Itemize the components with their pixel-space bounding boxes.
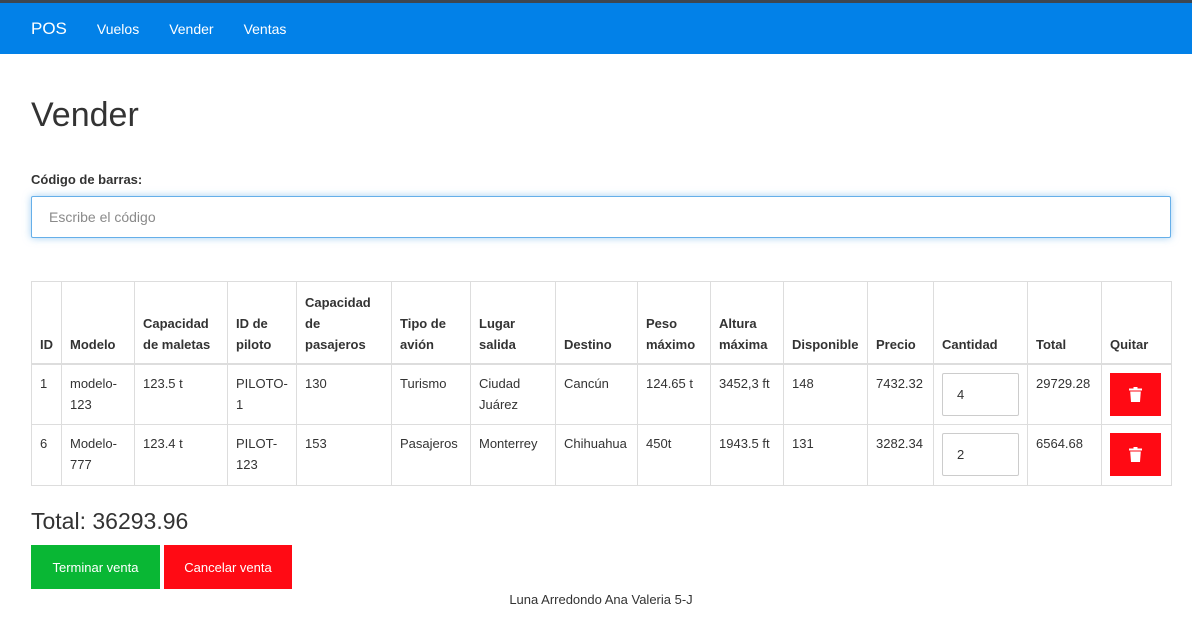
cell-altura: 3452,3 ft (710, 363, 784, 425)
cell-modelo: modelo-123 (61, 363, 135, 425)
cell-tipo: Pasajeros (391, 424, 471, 486)
nav-link-ventas[interactable]: Ventas (244, 21, 287, 37)
quantity-input[interactable] (942, 433, 1019, 476)
trash-icon (1129, 447, 1142, 462)
table-row: 1 modelo-123 123.5 t PILOTO-1 130 Turism… (31, 363, 1172, 425)
page-title: Vender (31, 96, 139, 134)
remove-item-button[interactable] (1110, 372, 1161, 416)
cell-disponible: 131 (783, 424, 868, 486)
header-id-piloto: ID de piloto (227, 281, 297, 365)
cell-modelo: Modelo-777 (61, 424, 135, 486)
cell-maletas: 123.4 t (134, 424, 228, 486)
cell-piloto: PILOTO-1 (227, 363, 297, 425)
header-peso-maximo: Peso máximo (637, 281, 711, 365)
header-capacidad-maletas: Capacidad de maletas (134, 281, 228, 365)
cell-salida: Monterrey (470, 424, 556, 486)
table-row: 6 Modelo-777 123.4 t PILOT-123 153 Pasaj… (31, 424, 1172, 486)
cell-id: 1 (31, 363, 62, 425)
cancel-sale-button[interactable]: Cancelar venta (164, 545, 292, 589)
sale-table: ID Modelo Capacidad de maletas ID de pil… (31, 281, 1172, 486)
header-capacidad-pasajeros: Capacidad de pasajeros (296, 281, 392, 365)
barcode-label: Código de barras: (31, 172, 143, 187)
cell-destino: Chihuahua (555, 424, 638, 486)
navbar-brand[interactable]: POS (31, 19, 67, 39)
header-precio: Precio (867, 281, 934, 365)
quantity-input[interactable] (942, 372, 1019, 416)
nav-link-vender[interactable]: Vender (169, 21, 213, 37)
cell-tipo: Turismo (391, 363, 471, 425)
footer-credit: Luna Arredondo Ana Valeria 5-J (509, 592, 693, 607)
table-header-row: ID Modelo Capacidad de maletas ID de pil… (31, 281, 1172, 365)
navbar: POS Vuelos Vender Ventas (0, 0, 1192, 54)
cell-precio: 7432.32 (867, 363, 934, 425)
cell-altura: 1943.5 ft (710, 424, 784, 486)
cell-id: 6 (31, 424, 62, 486)
cell-quitar (1101, 424, 1172, 486)
header-disponible: Disponible (783, 281, 868, 365)
cell-cantidad (933, 424, 1028, 486)
trash-icon (1129, 386, 1142, 402)
cell-maletas: 123.5 t (134, 363, 228, 425)
sale-total: Total: 36293.96 (31, 508, 189, 534)
cell-destino: Cancún (555, 363, 638, 425)
finish-sale-button[interactable]: Terminar venta (31, 545, 160, 589)
header-total: Total (1027, 281, 1102, 365)
header-quitar: Quitar (1101, 281, 1172, 365)
cell-piloto: PILOT-123 (227, 424, 297, 486)
header-altura-maxima: Altura máxima (710, 281, 784, 365)
cell-peso: 124.65 t (637, 363, 711, 425)
cell-total: 29729.28 (1027, 363, 1102, 425)
cell-peso: 450t (637, 424, 711, 486)
header-id: ID (31, 281, 62, 365)
header-destino: Destino (555, 281, 638, 365)
cell-pasajeros: 153 (296, 424, 392, 486)
cell-total: 6564.68 (1027, 424, 1102, 486)
cell-quitar (1101, 363, 1172, 425)
header-tipo-avion: Tipo de avión (391, 281, 471, 365)
cell-precio: 3282.34 (867, 424, 934, 486)
header-cantidad: Cantidad (933, 281, 1028, 365)
cell-cantidad (933, 363, 1028, 425)
cell-salida: Ciudad Juárez (470, 363, 556, 425)
barcode-input[interactable] (31, 196, 1171, 238)
cell-pasajeros: 130 (296, 363, 392, 425)
cell-disponible: 148 (783, 363, 868, 425)
header-lugar-salida: Lugar salida (470, 281, 556, 365)
remove-item-button[interactable] (1110, 433, 1161, 476)
nav-link-vuelos[interactable]: Vuelos (97, 21, 139, 37)
header-modelo: Modelo (61, 281, 135, 365)
